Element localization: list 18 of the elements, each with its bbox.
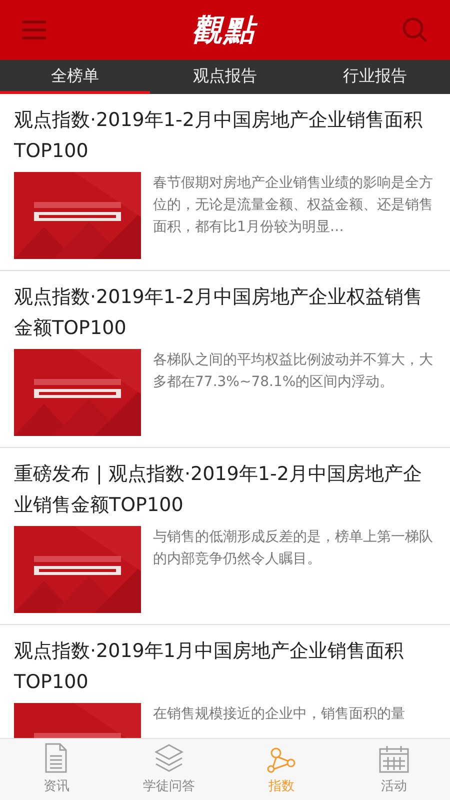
menu-icon[interactable] [22, 20, 46, 40]
article-summary: 春节假期对房地产企业销售业绩的影响是全方位的，无论是流量金额、权益金额、还是销售面积，都有比1月份较为明显… [153, 174, 434, 237]
search-icon[interactable] [402, 17, 428, 43]
article-title[interactable]: 观点指数·2019年1-2月中国房地产企业权益销售金额TOP100 [14, 282, 436, 344]
tab[interactable]: 观点报告 [150, 60, 300, 94]
article-summary: 与销售的低潮形成反差的是，榜单上第一梯队的内部竞争仍然令人瞩目。 [153, 528, 434, 569]
tab[interactable]: 行业报告 [300, 60, 450, 94]
article-summary: 各梯队之间的平均权益比例波动并不算大，大多都在77.3%~78.1%的区间内浮动。 [153, 351, 434, 392]
tab[interactable]: 全榜单 [0, 60, 150, 94]
nodes-icon [266, 746, 296, 772]
article-summary: 在销售规模接近的企业中，销售面积的量 [153, 705, 405, 724]
logo: 觀點 [192, 12, 256, 50]
article-title[interactable]: 观点指数·2019年1月中国房地产企业销售面积TOP100 [14, 636, 436, 698]
article-title[interactable]: 重磅发布 | 观点指数·2019年1-2月中国房地产企业销售金额TOP100 [14, 459, 436, 521]
article-title[interactable]: 观点指数·2019年1-2月中国房地产企业销售面积TOP100 [14, 105, 436, 167]
calendar-icon [378, 744, 409, 772]
layers-icon [154, 742, 184, 772]
document-icon [44, 742, 68, 772]
